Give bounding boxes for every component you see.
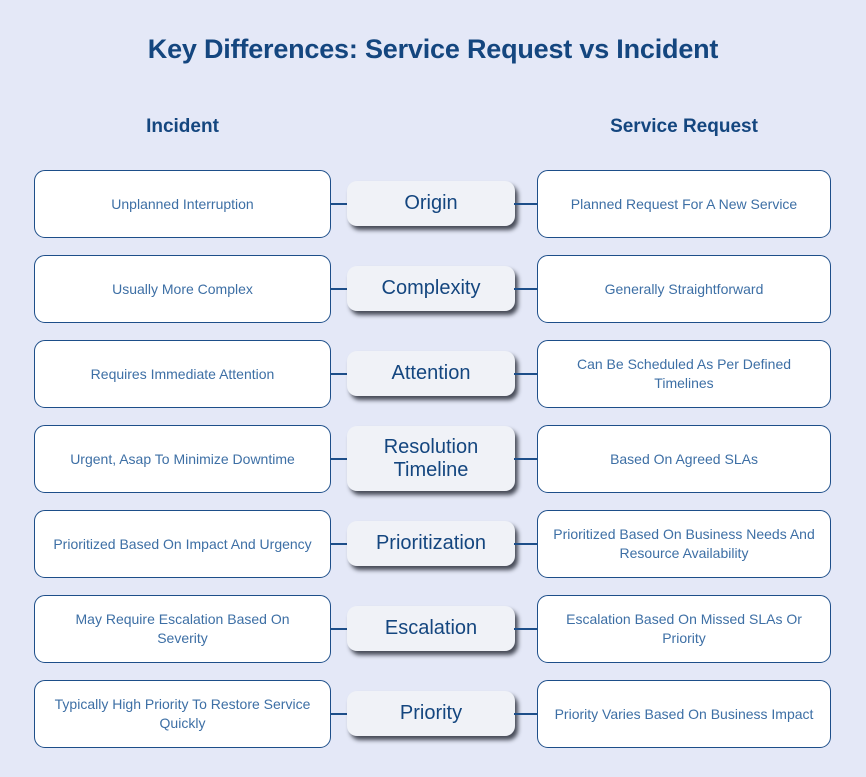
column-header-incident: Incident xyxy=(146,116,219,137)
comparison-row: Prioritized Based On Impact And Urgency P… xyxy=(0,510,866,578)
connector-line-right xyxy=(514,288,537,290)
incident-card: Unplanned Interruption xyxy=(34,170,331,238)
connector-line-left xyxy=(331,713,348,715)
comparison-rows: Unplanned Interruption Origin Planned Requ… xyxy=(0,170,866,765)
connector-line-right xyxy=(514,713,537,715)
comparison-row: Usually More Complex Complexity Generally … xyxy=(0,255,866,323)
incident-card: Usually More Complex xyxy=(34,255,331,323)
incident-card: Typically High Priority To Restore Servi… xyxy=(34,680,331,748)
comparison-infographic: Key Differences: Service Request vs Inci… xyxy=(0,0,866,777)
attribute-label-card: Prioritization xyxy=(347,521,515,566)
comparison-row: Unplanned Interruption Origin Planned Requ… xyxy=(0,170,866,238)
attribute-label-card: Complexity xyxy=(347,266,515,311)
attribute-label-card: Origin xyxy=(347,181,515,226)
incident-card: May Require Escalation Based On Severity xyxy=(34,595,331,663)
incident-card: Urgent, Asap To Minimize Downtime xyxy=(34,425,331,493)
service-request-card: Priority Varies Based On Business Impact xyxy=(537,680,831,748)
attribute-label-card: Escalation xyxy=(347,606,515,651)
comparison-row: Urgent, Asap To Minimize Downtime Resolut… xyxy=(0,425,866,493)
attribute-label-card: Priority xyxy=(347,691,515,736)
comparison-row: Requires Immediate Attention Attention Can… xyxy=(0,340,866,408)
comparison-row: Typically High Priority To Restore Servi… xyxy=(0,680,866,748)
connector-line-right xyxy=(514,543,537,545)
connector-line-right xyxy=(514,628,537,630)
service-request-card: Planned Request For A New Service xyxy=(537,170,831,238)
attribute-label-card: Resolution Timeline xyxy=(347,426,515,491)
service-request-card: Escalation Based On Missed SLAs Or Prior… xyxy=(537,595,831,663)
connector-line-left xyxy=(331,543,348,545)
incident-card: Prioritized Based On Impact And Urgency xyxy=(34,510,331,578)
attribute-label-card: Attention xyxy=(347,351,515,396)
connector-line-left xyxy=(331,373,348,375)
connector-line-left xyxy=(331,458,348,460)
connector-line-left xyxy=(331,288,348,290)
connector-line-right xyxy=(514,458,537,460)
connector-line-left xyxy=(331,203,348,205)
page-title: Key Differences: Service Request vs Inci… xyxy=(147,34,719,64)
column-header-service-request: Service Request xyxy=(610,116,758,137)
service-request-card: Can Be Scheduled As Per Defined Timeline… xyxy=(537,340,831,408)
service-request-card: Prioritized Based On Business Needs And … xyxy=(537,510,831,578)
connector-line-left xyxy=(331,628,348,630)
connector-line-right xyxy=(514,373,537,375)
connector-line-right xyxy=(514,203,537,205)
incident-card: Requires Immediate Attention xyxy=(34,340,331,408)
service-request-card: Generally Straightforward xyxy=(537,255,831,323)
comparison-row: May Require Escalation Based On Severity… xyxy=(0,595,866,663)
service-request-card: Based On Agreed SLAs xyxy=(537,425,831,493)
